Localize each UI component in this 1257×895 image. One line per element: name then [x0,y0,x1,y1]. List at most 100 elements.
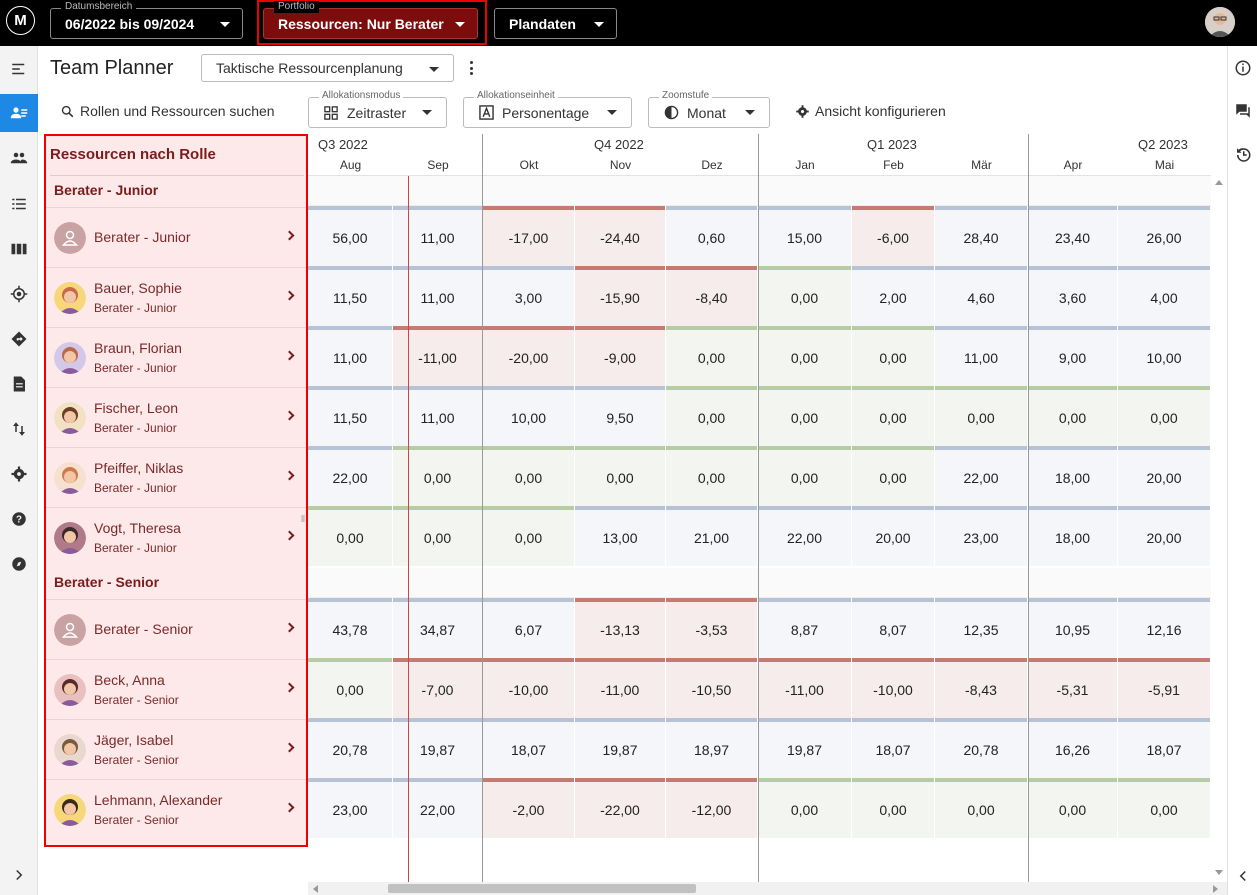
allocation-cell[interactable]: 0,00 [308,506,392,566]
nav-document-icon[interactable] [0,365,38,403]
allocation-cell[interactable]: 6,07 [483,598,574,658]
zoom-level-select[interactable]: Zoomstufe Monat [648,90,770,128]
resource-row[interactable]: Fischer, Leon Berater - Junior [46,387,306,447]
nav-compass-icon[interactable] [0,545,38,583]
allocation-cell[interactable]: 56,00 [308,206,392,266]
allocation-cell[interactable]: 22,00 [308,446,392,506]
allocation-cell[interactable]: 18,07 [1118,718,1210,778]
allocation-cell[interactable]: 11,50 [308,386,392,446]
resource-row[interactable]: Beck, Anna Berater - Senior [46,659,306,719]
allocation-cell[interactable]: 19,87 [758,718,851,778]
date-range-select[interactable]: Datumsbereich 06/2022 bis 09/2024 [50,1,243,39]
allocation-cell[interactable]: 20,00 [1118,446,1210,506]
chevron-right-icon[interactable] [284,622,295,633]
chevron-right-icon[interactable] [284,290,295,301]
resource-row[interactable]: Braun, Florian Berater - Junior [46,327,306,387]
allocation-cell[interactable]: -11,00 [393,326,482,386]
chevron-right-icon[interactable] [284,530,295,541]
allocation-cell[interactable]: -13,13 [575,598,665,658]
view-select[interactable]: Taktische Ressourcenplanung [201,54,454,82]
search-resources-button[interactable]: Rollen und Ressourcen suchen [60,103,275,119]
allocation-cell[interactable]: 26,00 [1118,206,1210,266]
allocation-cell[interactable]: 12,35 [935,598,1027,658]
allocation-cell[interactable]: 11,00 [393,386,482,446]
allocation-cell[interactable]: 0,00 [852,446,934,506]
allocation-cell[interactable]: 10,00 [483,386,574,446]
allocation-cell[interactable]: 0,00 [1028,778,1117,838]
allocation-cell[interactable]: -5,31 [1028,658,1117,718]
nav-menu-icon[interactable] [0,50,38,88]
info-icon[interactable] [1228,53,1257,83]
allocation-cell[interactable]: 20,00 [1118,506,1210,566]
allocation-cell[interactable]: 0,00 [758,386,851,446]
nav-directions-icon[interactable] [0,320,38,358]
group-header-senior[interactable]: Berater - Senior [54,574,159,590]
allocation-cell[interactable]: 11,00 [935,326,1027,386]
allocation-cell[interactable]: 13,00 [575,506,665,566]
more-options-icon[interactable] [465,59,477,77]
allocation-cell[interactable]: 4,00 [1118,266,1210,326]
allocation-cell[interactable]: -8,40 [666,266,757,326]
allocation-cell[interactable]: 20,78 [308,718,392,778]
allocation-cell[interactable]: 0,00 [935,386,1027,446]
allocation-cell[interactable]: -20,00 [483,326,574,386]
allocation-cell[interactable]: 3,60 [1028,266,1117,326]
configure-view-button[interactable]: Ansicht konfigurieren [795,103,946,119]
nav-help-icon[interactable]: ? [0,500,38,538]
allocation-cell[interactable]: 28,40 [935,206,1027,266]
vertical-scrollbar[interactable] [1211,176,1227,882]
allocation-cell[interactable]: -15,90 [575,266,665,326]
allocation-cell[interactable]: 11,00 [393,266,482,326]
allocation-cell[interactable]: -10,50 [666,658,757,718]
allocation-cell[interactable]: 0,00 [758,778,851,838]
allocation-cell[interactable]: 15,00 [758,206,851,266]
allocation-cell[interactable]: 0,00 [852,778,934,838]
history-icon[interactable] [1228,140,1257,170]
allocation-cell[interactable]: 34,87 [393,598,482,658]
allocation-cell[interactable]: 9,50 [575,386,665,446]
allocation-cell[interactable]: -10,00 [483,658,574,718]
allocation-cell[interactable]: 3,00 [483,266,574,326]
allocation-cell[interactable]: 23,00 [935,506,1027,566]
allocation-cell[interactable]: 11,00 [308,326,392,386]
nav-settings-icon[interactable] [0,455,38,493]
allocation-cell[interactable]: 10,95 [1028,598,1117,658]
allocation-cell[interactable]: 0,00 [393,446,482,506]
chevron-right-icon[interactable] [284,410,295,421]
allocation-cell[interactable]: 19,87 [575,718,665,778]
nav-people-icon[interactable] [0,139,38,177]
chevron-right-icon[interactable] [284,742,295,753]
allocation-cell[interactable]: -5,91 [1118,658,1210,718]
group-header-junior[interactable]: Berater - Junior [54,182,158,198]
nav-expand-icon[interactable] [0,856,38,894]
allocation-cell[interactable]: -22,00 [575,778,665,838]
chevron-right-icon[interactable] [284,682,295,693]
allocation-cell[interactable]: 0,00 [483,446,574,506]
chevron-right-icon[interactable] [284,470,295,481]
allocation-cell[interactable]: 0,00 [483,506,574,566]
allocation-cell[interactable]: 0,00 [852,326,934,386]
allocation-cell[interactable]: -11,00 [758,658,851,718]
allocation-cell[interactable]: 18,97 [666,718,757,778]
allocation-cell[interactable]: 18,00 [1028,506,1117,566]
allocation-cell[interactable]: 9,00 [1028,326,1117,386]
nav-list-icon[interactable] [0,185,38,223]
allocation-cell[interactable]: 12,16 [1118,598,1210,658]
allocation-cell[interactable]: 18,07 [483,718,574,778]
allocation-cell[interactable]: 0,00 [575,446,665,506]
allocation-cell[interactable]: -2,00 [483,778,574,838]
allocation-cell[interactable]: -24,40 [575,206,665,266]
app-logo[interactable]: M [6,6,35,35]
resource-row[interactable]: Pfeiffer, Niklas Berater - Junior [46,447,306,507]
resource-row[interactable]: Jäger, Isabel Berater - Senior [46,719,306,779]
user-avatar[interactable] [1205,7,1235,37]
allocation-cell[interactable]: 10,00 [1118,326,1210,386]
plan-data-select[interactable]: Plandaten [494,8,617,39]
comments-icon[interactable] [1228,96,1257,126]
allocation-cell[interactable]: 0,00 [758,266,851,326]
allocation-cell[interactable]: 8,07 [852,598,934,658]
chevron-right-icon[interactable] [284,230,295,241]
allocation-cell[interactable]: -7,00 [393,658,482,718]
resource-row[interactable]: Berater - Junior [46,207,306,267]
allocation-cell[interactable]: 0,00 [666,446,757,506]
